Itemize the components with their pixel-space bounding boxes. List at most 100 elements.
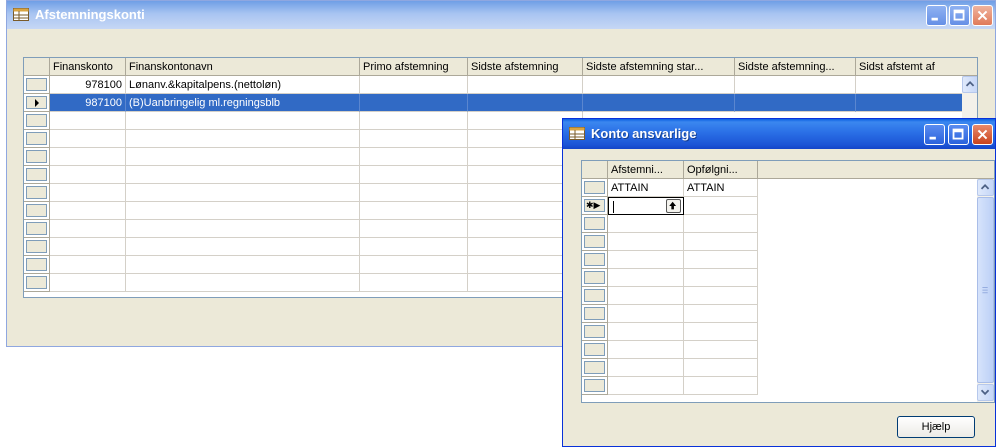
- minimize-button[interactable]: [926, 5, 947, 26]
- help-button[interactable]: Hjælp: [897, 416, 975, 438]
- empty-cell[interactable]: [126, 220, 360, 238]
- close-button[interactable]: [972, 124, 993, 145]
- empty-cell[interactable]: [684, 305, 758, 323]
- empty-cell[interactable]: [360, 166, 468, 184]
- cell-sidste2[interactable]: [735, 76, 856, 94]
- empty-cell[interactable]: [608, 233, 684, 251]
- empty-cell[interactable]: [126, 166, 360, 184]
- empty-cell[interactable]: [684, 323, 758, 341]
- col-afstemning[interactable]: Afstemni...: [608, 161, 684, 179]
- row-selector[interactable]: [24, 220, 50, 238]
- col-sidste-afstemning-2[interactable]: Sidste afstemning...: [735, 58, 856, 76]
- table-row[interactable]: 978100 Lønanv.&kapitalpens.(nettoløn): [24, 76, 977, 94]
- empty-cell[interactable]: [126, 238, 360, 256]
- empty-cell[interactable]: [126, 148, 360, 166]
- row-selector[interactable]: [582, 269, 608, 287]
- col-primo-afstemning[interactable]: Primo afstemning: [360, 58, 468, 76]
- col-sidste-afstemning[interactable]: Sidste afstemning: [468, 58, 583, 76]
- cell-start[interactable]: [583, 94, 735, 112]
- scroll-up-button[interactable]: [977, 179, 994, 196]
- col-sidste-afstemning-start[interactable]: Sidste afstemning star...: [583, 58, 735, 76]
- row-selector[interactable]: [24, 256, 50, 274]
- row-selector[interactable]: [24, 94, 50, 112]
- cell-af[interactable]: [856, 94, 963, 112]
- main-titlebar[interactable]: Afstemningskonti: [7, 1, 995, 29]
- empty-cell[interactable]: [360, 220, 468, 238]
- row-selector[interactable]: [24, 274, 50, 292]
- empty-cell[interactable]: [50, 274, 126, 292]
- row-selector[interactable]: [582, 341, 608, 359]
- cell-opfolgning-empty[interactable]: [684, 197, 758, 215]
- empty-cell[interactable]: [684, 341, 758, 359]
- empty-cell[interactable]: [684, 377, 758, 395]
- empty-cell[interactable]: [360, 148, 468, 166]
- row-selector[interactable]: [582, 179, 608, 197]
- empty-cell[interactable]: [360, 238, 468, 256]
- empty-cell[interactable]: [360, 256, 468, 274]
- row-selector[interactable]: [24, 184, 50, 202]
- row-selector[interactable]: ✱▶: [582, 197, 608, 215]
- empty-cell[interactable]: [126, 202, 360, 220]
- empty-cell[interactable]: [50, 148, 126, 166]
- cell-opfolgning[interactable]: ATTAIN: [684, 179, 758, 197]
- empty-cell[interactable]: [126, 112, 360, 130]
- empty-cell[interactable]: [50, 202, 126, 220]
- row-selector[interactable]: [582, 359, 608, 377]
- empty-cell[interactable]: [684, 359, 758, 377]
- row-selector[interactable]: [24, 238, 50, 256]
- empty-row[interactable]: [582, 341, 994, 359]
- cell-primo[interactable]: [360, 76, 468, 94]
- empty-cell[interactable]: [608, 215, 684, 233]
- cell-sidste[interactable]: [468, 76, 583, 94]
- cell-finanskontonavn[interactable]: Lønanv.&kapitalpens.(nettoløn): [126, 76, 360, 94]
- popup-vertical-scrollbar[interactable]: [977, 179, 994, 402]
- empty-cell[interactable]: [360, 112, 468, 130]
- empty-cell[interactable]: [684, 269, 758, 287]
- empty-cell[interactable]: [126, 274, 360, 292]
- close-button[interactable]: [972, 5, 993, 26]
- row-selector[interactable]: [582, 377, 608, 395]
- col-finanskonto[interactable]: Finanskonto: [50, 58, 126, 76]
- empty-cell[interactable]: [608, 269, 684, 287]
- cell-af[interactable]: [856, 76, 963, 94]
- empty-cell[interactable]: [608, 323, 684, 341]
- empty-row[interactable]: [582, 233, 994, 251]
- empty-cell[interactable]: [360, 202, 468, 220]
- scroll-down-button[interactable]: [977, 384, 994, 401]
- row-selector[interactable]: [24, 148, 50, 166]
- cell-afstemning-edit[interactable]: [608, 197, 684, 215]
- row-selector[interactable]: [24, 76, 50, 94]
- empty-cell[interactable]: [126, 256, 360, 274]
- empty-row[interactable]: [582, 269, 994, 287]
- row-selector[interactable]: [24, 130, 50, 148]
- empty-cell[interactable]: [126, 184, 360, 202]
- empty-cell[interactable]: [608, 287, 684, 305]
- cell-finanskonto[interactable]: 987100: [50, 94, 126, 112]
- empty-cell[interactable]: [684, 287, 758, 305]
- empty-cell[interactable]: [608, 341, 684, 359]
- row-selector[interactable]: [24, 202, 50, 220]
- empty-cell[interactable]: [50, 256, 126, 274]
- row-selector[interactable]: [582, 251, 608, 269]
- row-selector[interactable]: [582, 215, 608, 233]
- cell-afstemning[interactable]: ATTAIN: [608, 179, 684, 197]
- empty-cell[interactable]: [360, 184, 468, 202]
- empty-cell[interactable]: [608, 251, 684, 269]
- empty-cell[interactable]: [684, 251, 758, 269]
- maximize-button[interactable]: [948, 124, 969, 145]
- row-selector[interactable]: [582, 287, 608, 305]
- col-sidst-afstemt-af[interactable]: Sidst afstemt af: [856, 58, 977, 76]
- maximize-button[interactable]: [949, 5, 970, 26]
- empty-row[interactable]: [582, 305, 994, 323]
- empty-cell[interactable]: [684, 215, 758, 233]
- cell-finanskontonavn[interactable]: (B)Uanbringelig ml.regningsblb: [126, 94, 360, 112]
- minimize-button[interactable]: [924, 124, 945, 145]
- cell-finanskonto[interactable]: 978100: [50, 76, 126, 94]
- empty-row[interactable]: [582, 359, 994, 377]
- cell-sidste[interactable]: [468, 94, 583, 112]
- empty-cell[interactable]: [50, 166, 126, 184]
- cell-start[interactable]: [583, 76, 735, 94]
- row-selector[interactable]: [582, 233, 608, 251]
- empty-cell[interactable]: [608, 305, 684, 323]
- empty-row[interactable]: [582, 215, 994, 233]
